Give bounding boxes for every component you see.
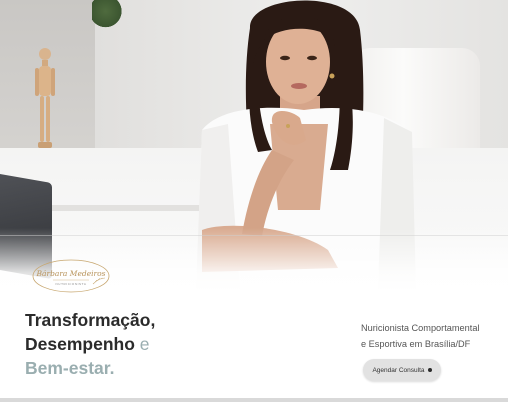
- brand-logo[interactable]: Bárbara Medeiros NUTRICIONISTA: [31, 258, 113, 294]
- hero-plant: [92, 0, 126, 28]
- subtitle-line-1: Nuricionista Comportamental: [361, 323, 480, 333]
- schedule-consultation-label: Agendar Consulta: [372, 366, 425, 374]
- logo-script: Bárbara Medeiros: [36, 269, 106, 278]
- wooden-mannequin: [35, 48, 55, 148]
- headline: Transformação, Desempenho e Bem-estar.: [25, 308, 155, 380]
- schedule-consultation-button[interactable]: Agendar Consulta: [363, 359, 441, 381]
- headline-line-3: Bem-estar.: [25, 358, 115, 378]
- subtitle: Nuricionista Comportamental e Esportiva …: [361, 320, 501, 352]
- page: Bárbara Medeiros NUTRICIONISTA Transform…: [0, 0, 508, 402]
- bottom-divider: [0, 398, 508, 402]
- headline-line-1: Transformação,: [25, 310, 156, 330]
- headline-connector: e: [134, 334, 150, 354]
- logo-tagline: NUTRICIONISTA: [56, 282, 87, 286]
- headline-line-2: Desempenho: [25, 334, 135, 354]
- dot-icon: [427, 368, 432, 372]
- subtitle-line-2: e Esportiva em Brasília/DF: [361, 339, 471, 349]
- hero-image: [0, 0, 508, 290]
